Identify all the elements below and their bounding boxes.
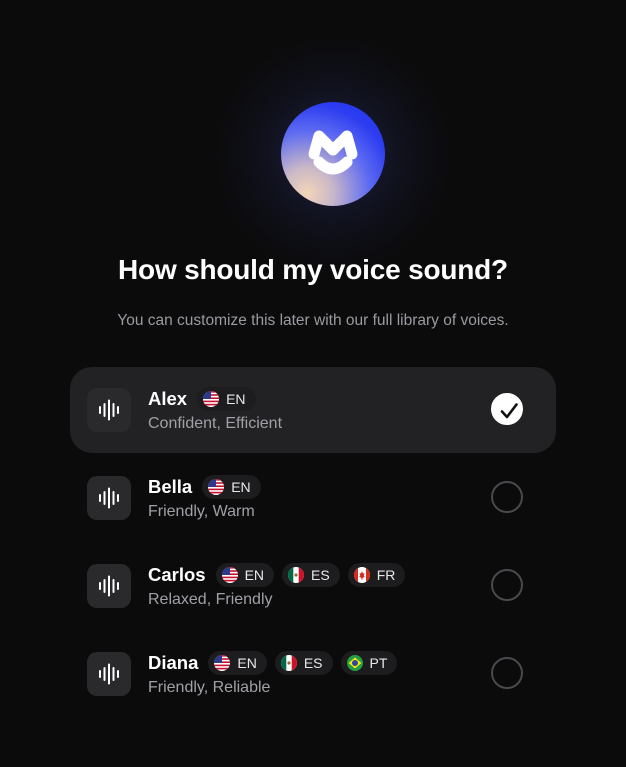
us-flag-icon bbox=[221, 567, 238, 583]
brazil-flag-icon bbox=[346, 655, 363, 671]
checkmark-icon bbox=[500, 403, 518, 419]
voice-list: Alex EN Confident, Efficient Bella EN Frie… bbox=[70, 367, 556, 719]
voice-name: Alex bbox=[148, 388, 188, 409]
language-badge: EN bbox=[202, 475, 261, 499]
voice-option-diana[interactable]: Diana EN ES PT Friendly, Reliable bbox=[70, 631, 556, 717]
voice-preview-button[interactable] bbox=[87, 476, 131, 520]
language-code: EN bbox=[231, 479, 251, 495]
app-logo bbox=[281, 102, 385, 206]
radio-button[interactable] bbox=[491, 569, 523, 601]
voice-name-line: Carlos EN ES FR bbox=[148, 562, 406, 588]
voice-name: Bella bbox=[148, 476, 193, 497]
voice-description: Relaxed, Friendly bbox=[148, 591, 273, 608]
voice-preview-button[interactable] bbox=[87, 564, 131, 608]
voice-option-alex[interactable]: Alex EN Confident, Efficient bbox=[70, 367, 556, 453]
language-code: ES bbox=[303, 655, 323, 671]
language-code: EN bbox=[237, 655, 257, 671]
voice-name-line: Alex EN bbox=[148, 386, 256, 412]
radio-button[interactable] bbox=[491, 657, 523, 689]
language-badge: ES bbox=[274, 651, 333, 675]
us-flag-icon bbox=[203, 391, 220, 407]
voice-option-bella[interactable]: Bella EN Friendly, Warm bbox=[70, 455, 556, 541]
voice-name-line: Diana EN ES PT bbox=[148, 650, 398, 676]
voice-description: Friendly, Reliable bbox=[148, 679, 271, 696]
mexico-flag-icon bbox=[280, 655, 297, 671]
radio-button[interactable] bbox=[491, 481, 523, 513]
language-badge: EN bbox=[197, 387, 256, 411]
us-flag-icon bbox=[214, 655, 231, 671]
page-title: How should my voice sound? bbox=[118, 254, 508, 285]
voice-name-line: Bella EN bbox=[148, 474, 261, 500]
language-badge: EN bbox=[208, 651, 267, 675]
language-badge: ES bbox=[282, 563, 340, 587]
language-code: ES bbox=[311, 567, 330, 583]
voice-option-carlos[interactable]: Carlos EN ES FR Relaxed, Friendly bbox=[70, 543, 556, 629]
voice-name: Diana bbox=[148, 652, 199, 673]
us-flag-icon bbox=[208, 479, 225, 495]
voice-preview-button[interactable] bbox=[87, 388, 131, 432]
voice-preview-button[interactable] bbox=[87, 652, 131, 696]
mexico-flag-icon bbox=[288, 567, 305, 583]
page-subtitle: You can customize this later with our fu… bbox=[117, 312, 509, 329]
language-code: FR bbox=[376, 567, 396, 583]
selected-radio[interactable] bbox=[491, 393, 523, 425]
voice-description: Confident, Efficient bbox=[148, 415, 283, 432]
language-code: PT bbox=[369, 655, 388, 671]
voice-name: Carlos bbox=[148, 564, 206, 585]
voice-description: Friendly, Warm bbox=[148, 503, 255, 520]
waveform-icon bbox=[99, 575, 119, 597]
waveform-icon bbox=[99, 487, 119, 509]
language-code: EN bbox=[226, 391, 246, 407]
waveform-icon bbox=[99, 399, 119, 421]
language-badge: FR bbox=[347, 563, 406, 587]
canada-flag-icon bbox=[353, 567, 370, 583]
language-code: EN bbox=[244, 567, 265, 583]
language-badge: EN bbox=[215, 563, 275, 587]
language-badge: PT bbox=[340, 651, 398, 675]
waveform-icon bbox=[99, 663, 119, 685]
